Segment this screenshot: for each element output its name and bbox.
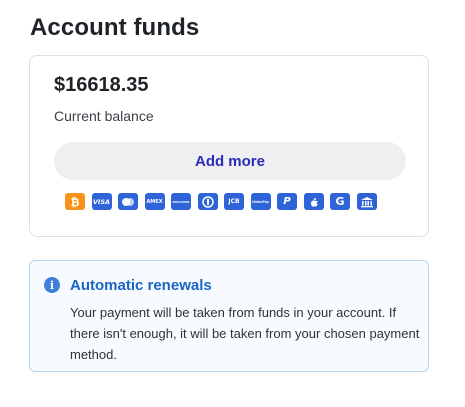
add-more-button[interactable]: Add more [54,142,406,180]
google-pay-icon: G [330,193,350,210]
visa-icon: VISA [91,193,112,210]
bitcoin-icon: ₿ [65,193,85,210]
jcb-icon: JCB [224,193,244,210]
balance-amount: $16618.35 [54,74,149,96]
account-funds-card: $16618.35 Current balance Add more ₿ VIS… [29,55,429,237]
mastercard-icon [118,193,138,210]
unionpay-icon: UnionPay [250,193,271,210]
apple-pay-icon [303,193,324,210]
svg-text:₿: ₿ [71,196,80,208]
page-title: Account funds [30,14,200,41]
discover-icon: DISCOVER [171,193,191,210]
info-icon: i [44,277,60,293]
amex-icon: AMEX [144,193,165,210]
payment-methods-list: ₿ VISA AMEX DISCOVER JCB UnionPay P G [65,193,377,210]
paypal-icon: P [277,193,297,210]
diners-club-icon [197,193,218,210]
renewals-title: Automatic renewals [70,277,212,294]
bank-icon [356,193,377,210]
automatic-renewals-notice: i Automatic renewals Your payment will b… [29,260,429,372]
balance-label: Current balance [54,108,154,124]
renewals-description: Your payment will be taken from funds in… [70,305,420,362]
